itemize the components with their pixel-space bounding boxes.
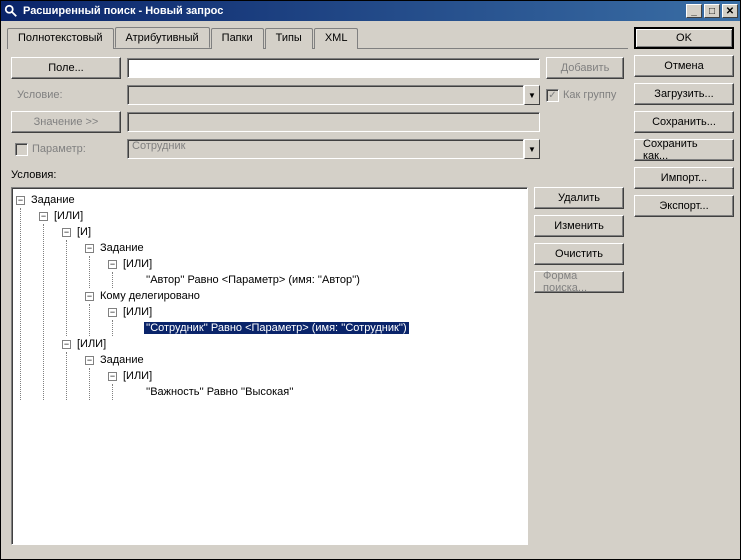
chevron-down-icon[interactable]: ▼ xyxy=(524,85,540,105)
load-button[interactable]: Загрузить... xyxy=(634,83,734,105)
tab-attribute[interactable]: Атрибутивный xyxy=(115,27,210,48)
tab-fulltext[interactable]: Полнотекстовый xyxy=(7,28,114,49)
tree-toggle[interactable]: − xyxy=(39,212,48,221)
tree-item[interactable]: [ИЛИ] xyxy=(75,338,108,350)
tree-item[interactable]: Задание xyxy=(98,354,146,366)
titlebar: Расширенный поиск - Новый запрос _ □ ✕ xyxy=(1,1,740,21)
window: Расширенный поиск - Новый запрос _ □ ✕ П… xyxy=(0,0,741,560)
tree-item[interactable]: [ИЛИ] xyxy=(121,258,154,270)
import-button[interactable]: Импорт... xyxy=(634,167,734,189)
tree-toggle[interactable]: − xyxy=(85,356,94,365)
tree-toggle[interactable]: − xyxy=(16,196,25,205)
close-button[interactable]: ✕ xyxy=(722,4,738,18)
minimize-button[interactable]: _ xyxy=(686,4,702,18)
save-button[interactable]: Сохранить... xyxy=(634,111,734,133)
field-button[interactable]: Поле... xyxy=(11,57,121,79)
cancel-button[interactable]: Отмена xyxy=(634,55,734,77)
field-row: Поле... Добавить xyxy=(11,57,624,79)
tree-toggle[interactable]: − xyxy=(85,292,94,301)
tree-item[interactable]: ''Автор'' Равно <Параметр> (имя: ''Автор… xyxy=(144,274,362,286)
delete-button[interactable]: Удалить xyxy=(534,187,624,209)
parameter-row: Параметр: Сотрудник ▼ xyxy=(11,139,624,159)
tree-toggle[interactable]: − xyxy=(108,372,117,381)
value-button[interactable]: Значение >> xyxy=(11,111,121,133)
search-form-button[interactable]: Форма поиска... xyxy=(534,271,624,293)
clear-button[interactable]: Очистить xyxy=(534,243,624,265)
chevron-down-icon[interactable]: ▼ xyxy=(524,139,540,159)
tree-item[interactable]: Задание xyxy=(29,194,77,206)
tree-toggle[interactable]: − xyxy=(108,260,117,269)
tree-item[interactable]: Кому делегировано xyxy=(98,290,202,302)
window-controls: _ □ ✕ xyxy=(686,4,738,18)
parameter-combo[interactable]: Сотрудник ▼ xyxy=(127,139,540,159)
ok-button[interactable]: OK xyxy=(634,27,734,49)
as-group-checkbox[interactable]: ✓ Как группу xyxy=(546,89,624,102)
tab-folders[interactable]: Папки xyxy=(211,28,264,49)
edit-button[interactable]: Изменить xyxy=(534,215,624,237)
maximize-button[interactable]: □ xyxy=(704,4,720,18)
tree-buttons: Удалить Изменить Очистить Форма поиска..… xyxy=(534,187,624,545)
tree-item[interactable]: [ИЛИ] xyxy=(121,306,154,318)
export-button[interactable]: Экспорт... xyxy=(634,195,734,217)
window-title: Расширенный поиск - Новый запрос xyxy=(23,5,686,17)
as-group-label: Как группу xyxy=(563,89,616,101)
condition-combo[interactable]: ▼ xyxy=(127,85,540,105)
side-buttons: OK Отмена Загрузить... Сохранить... Сохр… xyxy=(634,27,734,553)
tab-strip: Полнотекстовый Атрибутивный Папки Типы X… xyxy=(7,27,628,49)
tree-toggle[interactable]: − xyxy=(62,228,71,237)
main-area: Полнотекстовый Атрибутивный Папки Типы X… xyxy=(7,27,628,553)
value-row: Значение >> xyxy=(11,111,624,133)
tree-item[interactable]: [И] xyxy=(75,226,93,238)
field-input[interactable] xyxy=(127,58,540,78)
parameter-check xyxy=(15,143,28,156)
condition-row: Условие: ▼ ✓ Как группу xyxy=(11,85,624,105)
tree-item[interactable]: ''Важность'' Равно ''Высокая'' xyxy=(144,386,295,398)
parameter-label: Параметр: xyxy=(32,143,86,155)
conditions-label: Условия: xyxy=(11,169,624,181)
tab-content: Поле... Добавить Условие: ▼ ✓ Как группу xyxy=(7,49,628,553)
tree-toggle[interactable]: − xyxy=(108,308,117,317)
condition-label: Условие: xyxy=(11,89,121,101)
as-group-check: ✓ xyxy=(546,89,559,102)
save-as-button[interactable]: Сохранить как... xyxy=(634,139,734,161)
tab-xml[interactable]: XML xyxy=(314,28,359,49)
tree-item[interactable]: [ИЛИ] xyxy=(121,370,154,382)
conditions-area: −Задание −[ИЛИ] −[И] xyxy=(11,187,624,545)
tab-types[interactable]: Типы xyxy=(265,28,313,49)
value-input[interactable] xyxy=(127,112,540,132)
tree-toggle[interactable]: − xyxy=(62,340,71,349)
conditions-tree[interactable]: −Задание −[ИЛИ] −[И] xyxy=(11,187,528,545)
parameter-input: Сотрудник xyxy=(127,139,524,159)
tree-toggle[interactable]: − xyxy=(85,244,94,253)
tree-item[interactable]: Задание xyxy=(98,242,146,254)
add-button[interactable]: Добавить xyxy=(546,57,624,79)
client-area: Полнотекстовый Атрибутивный Папки Типы X… xyxy=(1,21,740,559)
parameter-checkbox[interactable]: Параметр: xyxy=(11,143,121,156)
tree-item-selected[interactable]: ''Сотрудник'' Равно <Параметр> (имя: ''С… xyxy=(144,322,409,334)
tree-item[interactable]: [ИЛИ] xyxy=(52,210,85,222)
app-icon xyxy=(3,3,19,19)
condition-input xyxy=(127,85,524,105)
